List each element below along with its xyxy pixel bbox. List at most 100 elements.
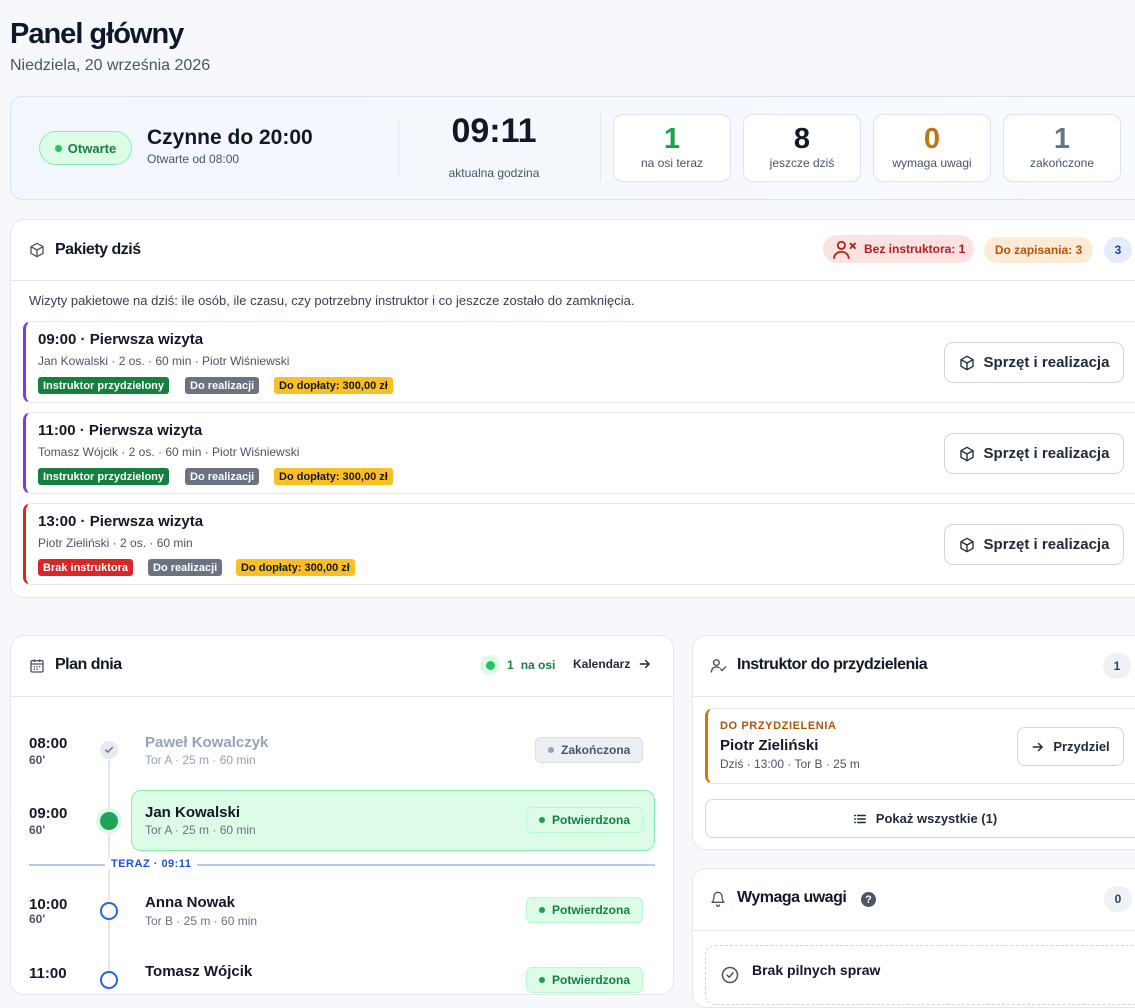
slot-duration: 60' <box>29 823 46 837</box>
show-all-button[interactable]: Pokaż wszystkie (1) <box>705 799 1135 838</box>
user-check-icon <box>710 659 727 673</box>
stat-remaining-today[interactable]: 8 jeszcze dziś <box>743 114 861 182</box>
equipment-button[interactable]: Sprzęt i realizacja <box>944 342 1124 383</box>
arrow-right-icon <box>639 659 651 669</box>
bell-icon <box>711 891 725 907</box>
slot-details: Tor A · 25 m · 60 min <box>145 823 256 837</box>
opening-hours-sub: Otwarte od 08:00 <box>147 152 240 166</box>
stat-value: 1 <box>663 123 681 155</box>
visit-meta: Jan Kowalski · 2 os. · 60 min · Piotr Wi… <box>38 354 290 368</box>
instructor-assigned-tag: Instruktor przydzielony <box>38 468 170 485</box>
upcoming-dot-icon <box>100 971 118 989</box>
upcoming-dot-icon <box>100 902 118 920</box>
visit-title: 11:00 · Pierwsza wizyta <box>38 422 203 439</box>
open-pill-label: Otwarte <box>67 140 117 156</box>
instructor-title: Instruktor do przydzielenia <box>737 656 928 673</box>
stat-label: zakończone <box>1029 156 1095 170</box>
list-icon <box>853 814 866 823</box>
visit-meta: Tomasz Wójcik · 2 os. · 60 min · Piotr W… <box>38 445 300 459</box>
divider <box>600 113 601 181</box>
packages-description: Wizyty pakietowe na dziś: ile osób, ile … <box>29 293 635 308</box>
stat-label: wymaga uwagi <box>892 156 972 170</box>
payment-due-tag: Do dopłaty: 300,00 zł <box>274 468 393 485</box>
stat-needs-attention[interactable]: 0 wymaga uwagi <box>873 114 991 182</box>
divider <box>11 696 673 697</box>
assignment-client-name: Piotr Zieliński <box>720 737 819 754</box>
status-label: Potwierdzona <box>552 903 631 917</box>
slot-duration: 60' <box>29 753 46 767</box>
visit-title: 09:00 · Pierwsza wizyta <box>38 331 204 348</box>
divider <box>398 119 399 177</box>
packages-title: Pakiety dziś <box>55 241 141 258</box>
slot-time: 11:00 <box>29 965 67 982</box>
empty-state-title: Brak pilnych spraw <box>752 962 881 978</box>
page-title: Panel główny <box>10 18 184 50</box>
clock-label: aktualna godzina <box>448 166 540 180</box>
assignment-meta: Dziś · 13:00 · Tor B · 25 m <box>720 757 860 771</box>
visit-meta: Piotr Zieliński · 2 os. · 60 min <box>38 536 193 550</box>
slot-client-name[interactable]: Anna Nowak <box>145 894 235 911</box>
stat-label: jeszcze dziś <box>769 156 835 170</box>
divider <box>11 280 1135 281</box>
stat-value: 1 <box>1053 123 1071 155</box>
slot-details: Tor A · 25 m · 60 min <box>145 753 256 767</box>
assignment-kicker: DO PRZYDZIELENIA <box>720 720 837 732</box>
attention-count-badge: 0 <box>1104 886 1132 912</box>
equipment-button[interactable]: Sprzęt i realizacja <box>944 524 1124 565</box>
package-icon <box>30 242 44 258</box>
slot-time: 08:00 <box>29 735 68 752</box>
open-dot-icon <box>54 144 62 152</box>
package-icon <box>959 537 974 552</box>
button-label: Przydziel <box>1053 739 1110 754</box>
badge-label: Bez instruktora: 1 <box>864 242 966 256</box>
user-x-icon <box>833 240 856 259</box>
divider <box>693 930 1135 931</box>
stat-value: 0 <box>923 123 941 155</box>
slot-client-name[interactable]: Jan Kowalski <box>145 804 240 821</box>
on-axis-count: 1 <box>507 658 514 672</box>
instructor-assigned-tag: Instruktor przydzielony <box>38 377 170 394</box>
status-label: Zakończona <box>561 743 631 757</box>
stat-value: 8 <box>793 123 811 155</box>
package-icon <box>959 446 974 461</box>
equipment-button[interactable]: Sprzęt i realizacja <box>944 433 1124 474</box>
on-axis-label: na osi <box>520 658 556 672</box>
arrow-right-icon <box>1032 742 1044 751</box>
stat-completed[interactable]: 1 zakończone <box>1003 114 1121 182</box>
no-instructor-tag: Brak instruktora <box>38 559 133 576</box>
payment-due-tag: Do dopłaty: 300,00 zł <box>236 559 355 576</box>
on-axis-indicator: 1 na osi <box>480 655 555 675</box>
visit-title: 13:00 · Pierwsza wizyta <box>38 513 204 530</box>
stat-label: na osi teraz <box>640 156 704 170</box>
payment-due-tag: Do dopłaty: 300,00 zł <box>274 377 393 394</box>
button-label: Sprzęt i realizacja <box>983 445 1110 462</box>
calendar-icon <box>30 659 44 673</box>
help-icon[interactable]: ? <box>861 892 876 907</box>
slot-client-name[interactable]: Tomasz Wójcik <box>145 963 252 980</box>
button-label: Sprzęt i realizacja <box>983 354 1110 371</box>
to-realize-tag: Do realizacji <box>185 377 260 394</box>
to-realize-tag: Do realizacji <box>148 559 223 576</box>
opening-hours-title: Czynne do 20:00 <box>147 126 313 149</box>
check-circle-icon <box>721 966 739 984</box>
current-dot-icon <box>96 808 122 834</box>
attention-title: Wymaga uwagi <box>737 889 847 906</box>
to-save-badge[interactable]: Do zapisania: 3 <box>984 237 1093 263</box>
status-badge: Potwierdzona <box>526 897 644 923</box>
slot-time: 09:00 <box>29 805 68 822</box>
calendar-link[interactable]: Kalendarz <box>573 657 652 671</box>
status-badge: Potwierdzona <box>526 967 644 993</box>
divider <box>693 696 1135 697</box>
button-label: Sprzęt i realizacja <box>983 536 1110 553</box>
current-clock: 09:11 <box>451 112 537 150</box>
check-icon <box>100 741 118 759</box>
no-instructor-badge[interactable]: Bez instruktora: 1 <box>823 235 974 263</box>
status-label: Potwierdzona <box>552 813 631 827</box>
slot-client-name[interactable]: Paweł Kowalczyk <box>145 734 268 751</box>
status-badge: Zakończona <box>535 737 644 763</box>
assign-button[interactable]: Przydziel <box>1017 727 1124 766</box>
slot-duration: 60' <box>29 912 46 926</box>
status-label: Potwierdzona <box>552 973 631 987</box>
stat-on-axis[interactable]: 1 na osi teraz <box>613 114 731 182</box>
slot-time: 10:00 <box>29 896 68 913</box>
